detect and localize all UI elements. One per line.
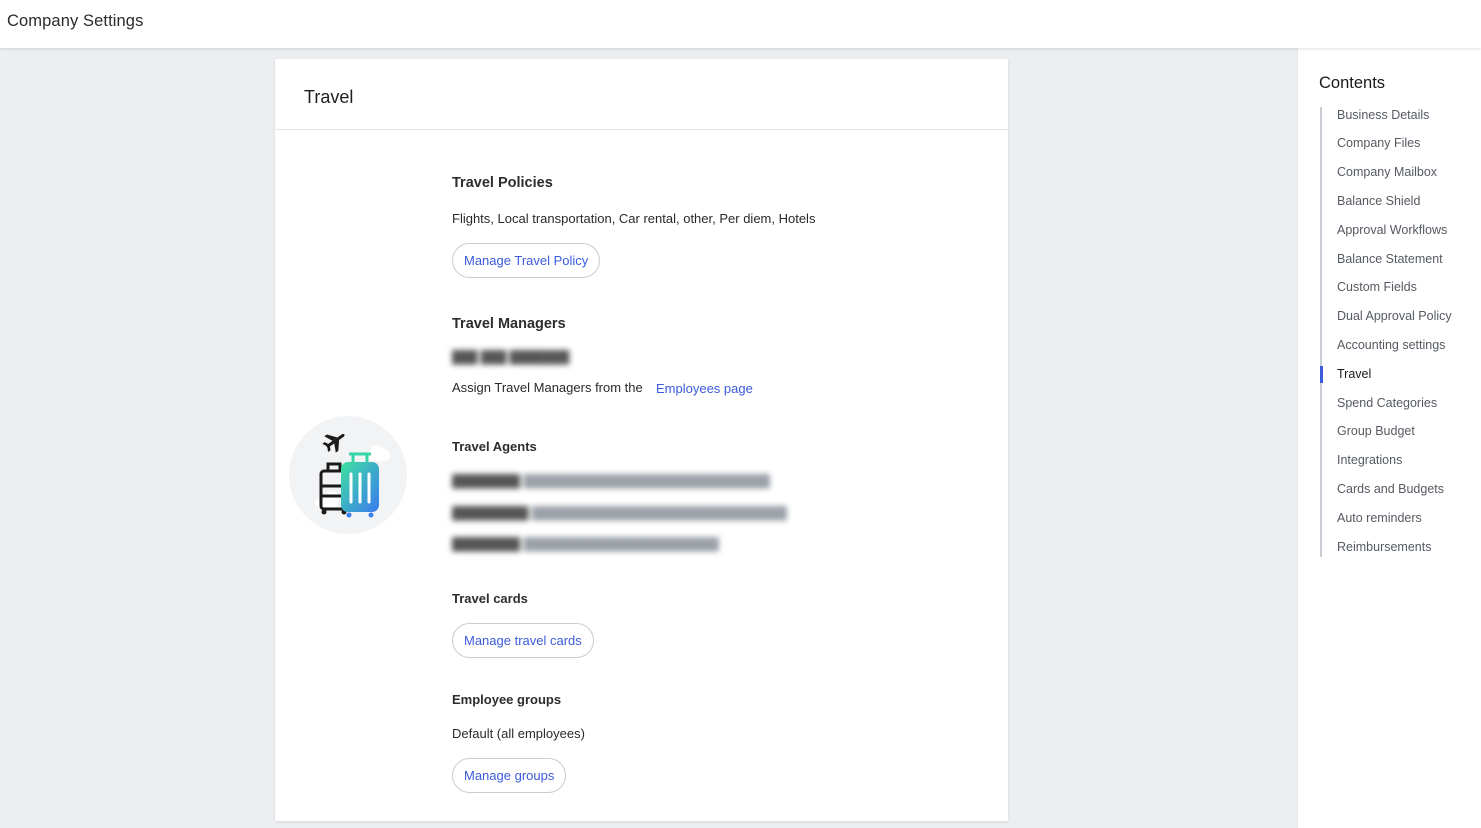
toc-item-auto-reminders[interactable]: Auto reminders <box>1337 511 1422 525</box>
toc-item-balance-shield[interactable]: Balance Shield <box>1337 194 1420 208</box>
toc-item-approval-workflows[interactable]: Approval Workflows <box>1337 223 1447 237</box>
toc-item-cards-and-budgets[interactable]: Cards and Budgets <box>1337 482 1444 496</box>
travel-agent-row: █████████ ██████████████████████████████ <box>452 506 787 520</box>
manage-travel-policy-button[interactable]: Manage Travel Policy <box>452 243 601 278</box>
manage-travel-cards-button[interactable]: Manage travel cards <box>452 623 594 658</box>
toc-item-balance-statement[interactable]: Balance Statement <box>1337 252 1443 266</box>
toc-item-reimbursements[interactable]: Reimbursements <box>1337 540 1431 554</box>
toc-item-custom-fields[interactable]: Custom Fields <box>1337 280 1417 294</box>
manage-groups-button[interactable]: Manage groups <box>452 758 567 793</box>
travel-agent-row: ████████ █████████████████████████████ <box>452 474 770 488</box>
travel-agent-row: ████████ ███████████████████████ <box>452 537 719 551</box>
travel-managers-redacted: ███ ███ ███████ <box>452 350 570 364</box>
travel-illustration <box>289 416 407 534</box>
page-title: Company Settings <box>7 12 144 30</box>
toc-item-spend-categories[interactable]: Spend Categories <box>1337 396 1437 410</box>
employee-groups-title: Employee groups <box>452 692 562 707</box>
luggage-icon <box>315 433 390 518</box>
card-header: Travel <box>275 59 1008 130</box>
travel-cards-title: Travel cards <box>452 591 528 606</box>
toc-item-integrations[interactable]: Integrations <box>1337 453 1402 467</box>
employees-page-link[interactable]: Employees page <box>656 381 753 396</box>
toc-track <box>1320 107 1322 557</box>
toc-item-company-files[interactable]: Company Files <box>1337 136 1420 150</box>
toc-item-business-details[interactable]: Business Details <box>1337 108 1429 122</box>
toc-item-group-budget[interactable]: Group Budget <box>1337 424 1415 438</box>
travel-managers-title: Travel Managers <box>452 316 566 332</box>
toc-item-dual-approval-policy[interactable]: Dual Approval Policy <box>1337 309 1452 323</box>
toc-item-accounting-settings[interactable]: Accounting settings <box>1337 338 1445 352</box>
card-title: Travel <box>304 87 354 107</box>
toc-item-company-mailbox[interactable]: Company Mailbox <box>1337 165 1437 179</box>
employee-groups-value: Default (all employees) <box>452 726 585 741</box>
top-bar: Company Settings <box>0 0 1481 48</box>
travel-policies-title: Travel Policies <box>452 175 553 191</box>
assign-managers-text: Assign Travel Managers from the <box>452 380 643 395</box>
travel-policies-description: Flights, Local transportation, Car renta… <box>452 211 816 226</box>
toc-active-marker <box>1320 366 1323 383</box>
airplane-icon <box>322 433 345 453</box>
contents-sidebar: Contents Business Details Company Files … <box>1297 48 1481 828</box>
travel-agents-title: Travel Agents <box>452 439 537 454</box>
travel-settings-card: Travel Travel Policies Flights, Local tr… <box>275 59 1008 821</box>
toc-item-travel[interactable]: Travel <box>1337 367 1371 381</box>
contents-heading: Contents <box>1319 74 1386 92</box>
